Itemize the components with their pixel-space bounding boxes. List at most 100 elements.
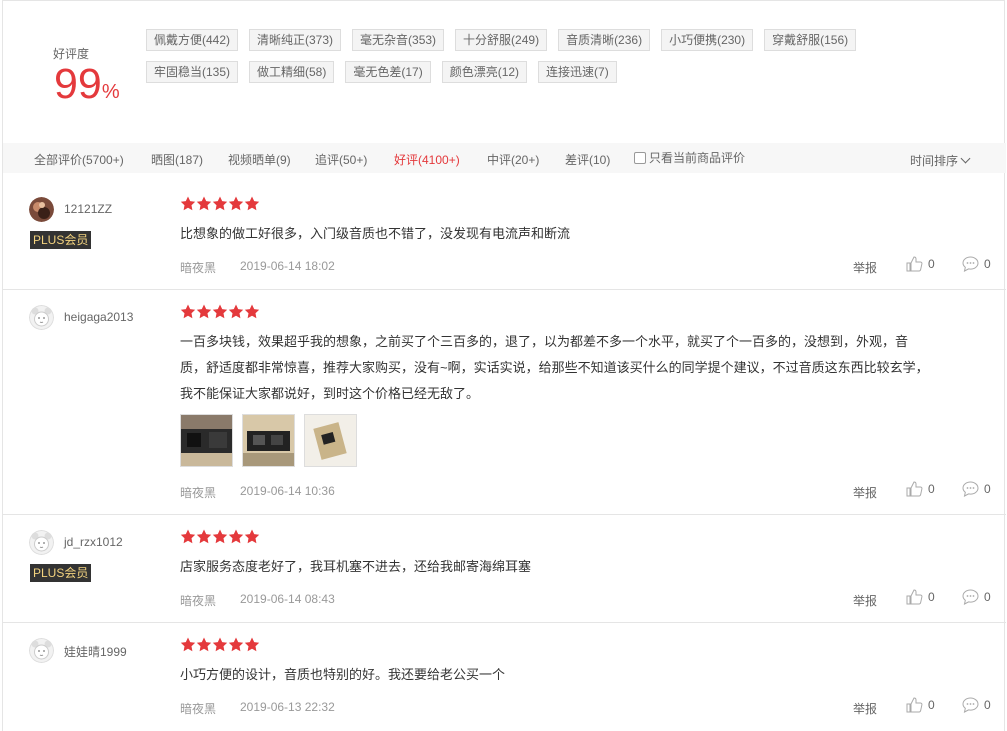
- rating-summary: 好评度 99% 佩戴方便(442) 清晰纯正(373) 毫无杂音(353) 十分…: [3, 1, 1006, 143]
- star-icon: [196, 196, 212, 211]
- chevron-down-icon: [960, 153, 971, 164]
- only-current-checkbox[interactable]: [634, 151, 646, 164]
- like-count: 0: [928, 590, 935, 604]
- reply-count: 0: [984, 257, 991, 271]
- review-content: 店家服务态度老好了，我耳机塞不进去，还给我邮寄海绵耳塞: [180, 559, 532, 574]
- thumbs-up-icon: [906, 589, 923, 605]
- like-button[interactable]: 0: [906, 256, 935, 272]
- like-button[interactable]: 0: [906, 589, 935, 605]
- star-icon: [244, 637, 260, 652]
- filter-video[interactable]: 视频晒单(9): [228, 151, 291, 168]
- tag[interactable]: 做工精细(58): [249, 61, 335, 83]
- report-link[interactable]: 举报: [853, 484, 877, 501]
- username[interactable]: 12121ZZ: [64, 202, 112, 216]
- report-link[interactable]: 举报: [853, 259, 877, 276]
- username[interactable]: jd_rzx1012: [64, 535, 123, 549]
- sort-dropdown[interactable]: 时间排序: [910, 152, 971, 169]
- product-color: 暗夜黑: [180, 486, 217, 500]
- tag[interactable]: 连接迅速(7): [538, 61, 617, 83]
- review-date: 2019-06-13 22:32: [240, 700, 335, 714]
- impression-tags: 佩戴方便(442) 清晰纯正(373) 毫无杂音(353) 十分舒服(249) …: [146, 29, 926, 93]
- star-icon: [228, 637, 244, 652]
- star-icon: [228, 196, 244, 211]
- like-count: 0: [928, 482, 935, 496]
- star-icon: [180, 196, 196, 211]
- star-icon: [244, 529, 260, 544]
- tag[interactable]: 音质清晰(236): [558, 29, 651, 51]
- tag[interactable]: 十分舒服(249): [455, 29, 548, 51]
- like-button[interactable]: 0: [906, 697, 935, 713]
- like-button[interactable]: 0: [906, 481, 935, 497]
- filter-bad[interactable]: 差评(10): [565, 151, 610, 168]
- reply-count: 0: [984, 698, 991, 712]
- tag[interactable]: 小巧便携(230): [661, 29, 754, 51]
- review-content-line: 我不能保证大家都说好，到时这个价格已经无敌了。: [180, 386, 480, 401]
- review-image-thumbnail[interactable]: [242, 414, 295, 467]
- star-icon: [212, 304, 228, 319]
- review-date: 2019-06-14 18:02: [240, 259, 335, 273]
- star-rating: [180, 637, 260, 652]
- thumbs-up-icon: [906, 697, 923, 713]
- star-rating: [180, 529, 260, 544]
- like-count: 0: [928, 698, 935, 712]
- star-icon: [244, 304, 260, 319]
- review-content: 一百多块钱，效果超乎我的想象，之前买了个三百多的，退了，以为都差不多一个水平，就…: [180, 329, 990, 407]
- plus-member-badge: PLUS会员: [30, 231, 92, 249]
- review-images: [180, 414, 366, 467]
- good-rate-value: 99%: [54, 59, 120, 109]
- tag[interactable]: 佩戴方便(442): [146, 29, 239, 51]
- star-icon: [196, 304, 212, 319]
- review-date: 2019-06-14 08:43: [240, 592, 335, 606]
- star-icon: [212, 196, 228, 211]
- review-image-thumbnail[interactable]: [180, 414, 233, 467]
- avatar[interactable]: [29, 638, 54, 663]
- star-icon: [228, 529, 244, 544]
- filter-followup[interactable]: 追评(50+): [315, 151, 367, 168]
- product-color: 暗夜黑: [180, 594, 217, 608]
- tag[interactable]: 毫无杂音(353): [352, 29, 445, 51]
- report-link[interactable]: 举报: [853, 700, 877, 717]
- only-current-toggle[interactable]: 只看当前商品评价: [634, 149, 745, 166]
- tag[interactable]: 穿戴舒服(156): [764, 29, 857, 51]
- review-content-line: 质，舒适度都非常惊喜，推荐大家购买，没有~啊，实话实说，给那些不知道该买什么的同…: [180, 360, 929, 375]
- star-icon: [196, 637, 212, 652]
- tag[interactable]: 牢固稳当(135): [146, 61, 239, 83]
- tag-row-2: 牢固稳当(135) 做工精细(58) 毫无色差(17) 颜色漂亮(12) 连接迅…: [146, 61, 926, 83]
- filter-medium[interactable]: 中评(20+): [487, 151, 539, 168]
- report-link[interactable]: 举报: [853, 592, 877, 609]
- star-icon: [212, 529, 228, 544]
- filter-bar: 全部评价(5700+) 晒图(187) 视频晒单(9) 追评(50+) 好评(4…: [3, 143, 1006, 173]
- star-icon: [180, 637, 196, 652]
- thumbs-up-icon: [906, 256, 923, 272]
- filter-pics[interactable]: 晒图(187): [151, 151, 203, 168]
- avatar[interactable]: [29, 197, 54, 222]
- star-icon: [228, 304, 244, 319]
- reply-button[interactable]: 0: [962, 256, 991, 272]
- tag-row-1: 佩戴方便(442) 清晰纯正(373) 毫无杂音(353) 十分舒服(249) …: [146, 29, 926, 51]
- tag[interactable]: 清晰纯正(373): [249, 29, 342, 51]
- like-count: 0: [928, 257, 935, 271]
- star-icon: [180, 529, 196, 544]
- username[interactable]: 娃娃晴1999: [64, 643, 127, 660]
- star-rating: [180, 304, 260, 319]
- reply-button[interactable]: 0: [962, 697, 991, 713]
- reply-count: 0: [984, 590, 991, 604]
- review-content: 小巧方便的设计，音质也特别的好。我还要给老公买一个: [180, 667, 506, 682]
- review-image-thumbnail[interactable]: [304, 414, 357, 467]
- avatar[interactable]: [29, 530, 54, 555]
- review-item: heigaga2013 一百多块钱，效果超乎我的想象，之前买了个三百多的，退了，…: [3, 290, 1006, 515]
- review-item: jd_rzx1012 PLUS会员 店家服务态度老好了，我耳机塞不进去，还给我邮…: [3, 515, 1006, 623]
- username[interactable]: heigaga2013: [64, 310, 133, 324]
- avatar[interactable]: [29, 305, 54, 330]
- reply-count: 0: [984, 482, 991, 496]
- tag[interactable]: 毫无色差(17): [345, 61, 431, 83]
- plus-member-badge: PLUS会员: [30, 564, 92, 582]
- comment-icon: [962, 256, 979, 272]
- good-rate-number: 99: [54, 60, 102, 108]
- reply-button[interactable]: 0: [962, 589, 991, 605]
- filter-all[interactable]: 全部评价(5700+): [34, 151, 124, 168]
- star-icon: [180, 304, 196, 319]
- reply-button[interactable]: 0: [962, 481, 991, 497]
- filter-good[interactable]: 好评(4100+): [394, 151, 460, 168]
- tag[interactable]: 颜色漂亮(12): [441, 61, 528, 83]
